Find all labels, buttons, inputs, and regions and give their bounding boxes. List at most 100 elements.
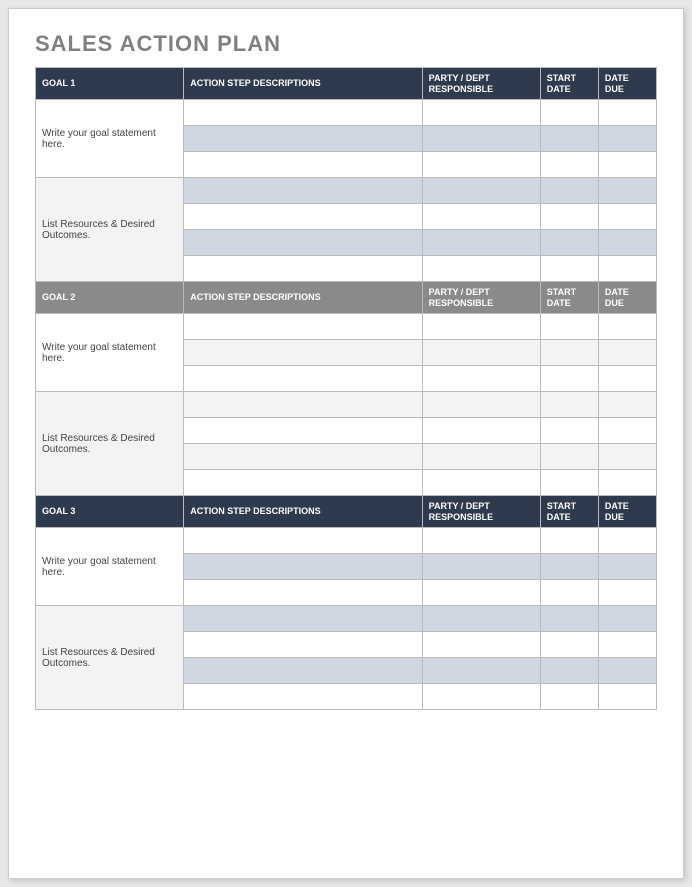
goal1-due-2[interactable] [598,126,656,152]
goal1-res-due-1[interactable] [598,178,656,204]
goal3-party-2[interactable] [422,554,540,580]
goal3-action-2[interactable] [184,554,422,580]
goal2-resources-cell[interactable]: List Resources & Desired Outcomes. [36,392,184,496]
goal1-start-1[interactable] [540,100,598,126]
goal3-due-3[interactable] [598,580,656,606]
goal2-start-1[interactable] [540,314,598,340]
goal2-res-due-2[interactable] [598,418,656,444]
goal3-res-start-1[interactable] [540,606,598,632]
goal2-party-3[interactable] [422,366,540,392]
goal2-res-action-1[interactable] [184,392,422,418]
goal3-start-2[interactable] [540,554,598,580]
goal3-res-start-2[interactable] [540,632,598,658]
goal1-party-2[interactable] [422,126,540,152]
goal1-party-1[interactable] [422,100,540,126]
goal3-due-2[interactable] [598,554,656,580]
goal2-statement-cell[interactable]: Write your goal statement here. [36,314,184,392]
goal1-res-start-2[interactable] [540,204,598,230]
goal1-action-1[interactable] [184,100,422,126]
goal2-res-due-1[interactable] [598,392,656,418]
goal2-action-1[interactable] [184,314,422,340]
goal2-res-start-4[interactable] [540,470,598,496]
goal1-res-start-3[interactable] [540,230,598,256]
header-party: PARTY / DEPT RESPONSIBLE [422,496,540,528]
goal2-res-start-2[interactable] [540,418,598,444]
goal3-res-action-2[interactable] [184,632,422,658]
goal1-statement-cell[interactable]: Write your goal statement here. [36,100,184,178]
goal1-res-start-4[interactable] [540,256,598,282]
goal3-res-party-2[interactable] [422,632,540,658]
goal3-res-action-4[interactable] [184,684,422,710]
goal1-res-due-3[interactable] [598,230,656,256]
goal3-res-party-1[interactable] [422,606,540,632]
header-party: PARTY / DEPT RESPONSIBLE [422,68,540,100]
goal3-resources-cell[interactable]: List Resources & Desired Outcomes. [36,606,184,710]
goal1-res-action-1[interactable] [184,178,422,204]
goal1-party-3[interactable] [422,152,540,178]
goal3-res-start-3[interactable] [540,658,598,684]
goal2-res-party-1[interactable] [422,392,540,418]
header-start: START DATE [540,282,598,314]
goal3-party-3[interactable] [422,580,540,606]
sales-action-plan-table: GOAL 1 ACTION STEP DESCRIPTIONS PARTY / … [35,67,657,710]
goal1-res-action-4[interactable] [184,256,422,282]
goal1-res-action-3[interactable] [184,230,422,256]
goal1-res-start-1[interactable] [540,178,598,204]
goal2-res-due-3[interactable] [598,444,656,470]
goal2-start-2[interactable] [540,340,598,366]
header-due: DATE DUE [598,282,656,314]
goal1-res-party-2[interactable] [422,204,540,230]
goal1-due-3[interactable] [598,152,656,178]
goal1-start-3[interactable] [540,152,598,178]
goal3-res-due-1[interactable] [598,606,656,632]
goal1-res-due-2[interactable] [598,204,656,230]
goal2-res-party-4[interactable] [422,470,540,496]
goal3-res-action-1[interactable] [184,606,422,632]
goal2-action-2[interactable] [184,340,422,366]
goal3-res-party-3[interactable] [422,658,540,684]
goal1-start-2[interactable] [540,126,598,152]
page-title: SALES ACTION PLAN [35,31,657,57]
goal1-action-3[interactable] [184,152,422,178]
goal2-party-1[interactable] [422,314,540,340]
goal1-res-party-4[interactable] [422,256,540,282]
goal3-statement-cell[interactable]: Write your goal statement here. [36,528,184,606]
goal2-res-start-3[interactable] [540,444,598,470]
goal3-res-due-3[interactable] [598,658,656,684]
goal2-res-party-3[interactable] [422,444,540,470]
goal1-res-due-4[interactable] [598,256,656,282]
goal3-res-start-4[interactable] [540,684,598,710]
goal2-res-action-2[interactable] [184,418,422,444]
header-start: START DATE [540,496,598,528]
header-action: ACTION STEP DESCRIPTIONS [184,68,422,100]
goal3-res-due-4[interactable] [598,684,656,710]
goal3-start-3[interactable] [540,580,598,606]
goal2-res-party-2[interactable] [422,418,540,444]
goal3-res-due-2[interactable] [598,632,656,658]
goal2-action-3[interactable] [184,366,422,392]
goal1-res-action-2[interactable] [184,204,422,230]
goal2-res-action-3[interactable] [184,444,422,470]
goal3-action-3[interactable] [184,580,422,606]
goal1-res-party-3[interactable] [422,230,540,256]
goal2-start-3[interactable] [540,366,598,392]
goal3-res-party-4[interactable] [422,684,540,710]
goal3-action-1[interactable] [184,528,422,554]
header-action: ACTION STEP DESCRIPTIONS [184,282,422,314]
goal1-res-party-1[interactable] [422,178,540,204]
goal2-party-2[interactable] [422,340,540,366]
goal2-res-due-4[interactable] [598,470,656,496]
goal2-due-1[interactable] [598,314,656,340]
goal1-due-1[interactable] [598,100,656,126]
goal2-res-action-4[interactable] [184,470,422,496]
goal2-res-start-1[interactable] [540,392,598,418]
goal3-start-1[interactable] [540,528,598,554]
goal2-due-2[interactable] [598,340,656,366]
goal3-statement-row1: Write your goal statement here. [36,528,657,554]
goal1-resources-cell[interactable]: List Resources & Desired Outcomes. [36,178,184,282]
goal3-res-action-3[interactable] [184,658,422,684]
goal1-action-2[interactable] [184,126,422,152]
goal2-due-3[interactable] [598,366,656,392]
goal3-due-1[interactable] [598,528,656,554]
goal3-party-1[interactable] [422,528,540,554]
